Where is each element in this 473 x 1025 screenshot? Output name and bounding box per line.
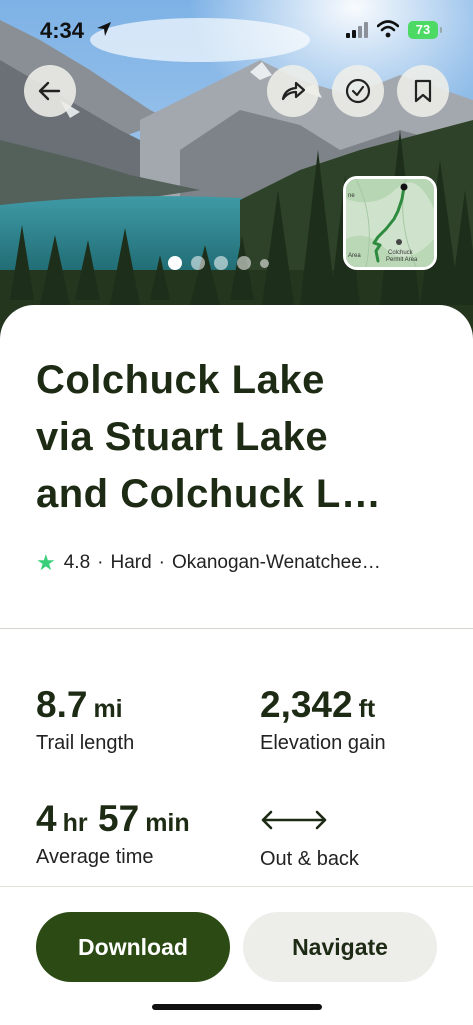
length-unit: mi	[93, 695, 123, 723]
carousel-dot[interactable]	[260, 258, 269, 268]
map-preview-image: ne Colchuck Permit Area Area	[346, 179, 434, 267]
share-arrow-icon	[281, 81, 306, 101]
time-min-unit: min	[145, 809, 190, 837]
map-label-colchuck: Colchuck	[388, 250, 414, 256]
length-value: 8.7	[36, 684, 88, 725]
home-indicator[interactable]	[152, 1004, 322, 1010]
meta-separator: ·	[97, 552, 104, 573]
stat-elevation-gain: 2,342 ft Elevation gain	[260, 684, 386, 755]
save-bookmark-button[interactable]	[397, 65, 449, 117]
route-type-label: Out & back	[260, 848, 359, 870]
mark-completed-button[interactable]	[332, 65, 384, 117]
trail-map-thumbnail[interactable]: ne Colchuck Permit Area Area	[343, 176, 437, 270]
elevation-value: 2,342	[260, 684, 353, 725]
navigate-button[interactable]: Navigate	[243, 912, 437, 982]
check-circle-icon	[345, 78, 371, 104]
stat-route-type: Out & back	[260, 798, 359, 871]
elevation-unit: ft	[358, 695, 376, 723]
download-button[interactable]: Download	[36, 912, 230, 982]
status-time: 4:34	[40, 18, 85, 43]
star-icon: ★	[36, 550, 56, 575]
map-label-permit-area: Permit Area	[386, 257, 418, 263]
photo-carousel-indicator[interactable]	[168, 256, 269, 270]
section-divider	[0, 628, 473, 629]
length-label: Trail length	[36, 732, 135, 754]
out-and-back-arrow-icon	[261, 810, 327, 830]
carousel-dot-active[interactable]	[168, 256, 182, 270]
trail-rating: 4.8	[63, 552, 91, 573]
arrow-left-icon	[38, 81, 61, 101]
trail-title-line-3: and Colchuck L…	[36, 472, 382, 516]
map-label-area: Area	[348, 253, 361, 259]
time-hr-value: 4	[36, 798, 57, 839]
meta-separator: ·	[158, 552, 165, 573]
elevation-label: Elevation gain	[260, 732, 386, 754]
trail-title: Colchuck Lake via Stuart Lake and Colchu…	[36, 352, 446, 523]
bookmark-icon	[414, 79, 432, 103]
trail-title-line-1: Colchuck Lake	[36, 358, 325, 402]
wifi-icon	[377, 20, 399, 38]
carousel-dot[interactable]	[237, 256, 251, 270]
time-label: Average time	[36, 846, 154, 868]
trail-title-line-2: via Stuart Lake	[36, 415, 329, 459]
cellular-signal-icon	[346, 22, 368, 38]
trail-location[interactable]: Okanogan-Wenatchee…	[172, 552, 381, 574]
map-label-ne: ne	[348, 193, 355, 199]
time-hr-unit: hr	[62, 809, 88, 837]
status-bar: 4:34 73	[0, 0, 473, 60]
carousel-dot[interactable]	[191, 256, 205, 270]
time-min-value: 57	[98, 798, 140, 839]
stat-trail-length: 8.7 mi Trail length	[36, 684, 134, 755]
back-button[interactable]	[24, 65, 76, 117]
battery-indicator: 73	[408, 21, 442, 39]
share-button[interactable]	[267, 65, 319, 117]
stat-average-time: 4 hr 57 min Average time	[36, 798, 190, 869]
carousel-dot[interactable]	[214, 256, 228, 270]
trail-meta-row[interactable]: ★ 4.8 · Hard · Okanogan-Wenatchee…	[36, 550, 381, 576]
trail-difficulty: Hard	[110, 552, 152, 573]
location-arrow-icon	[97, 22, 111, 36]
